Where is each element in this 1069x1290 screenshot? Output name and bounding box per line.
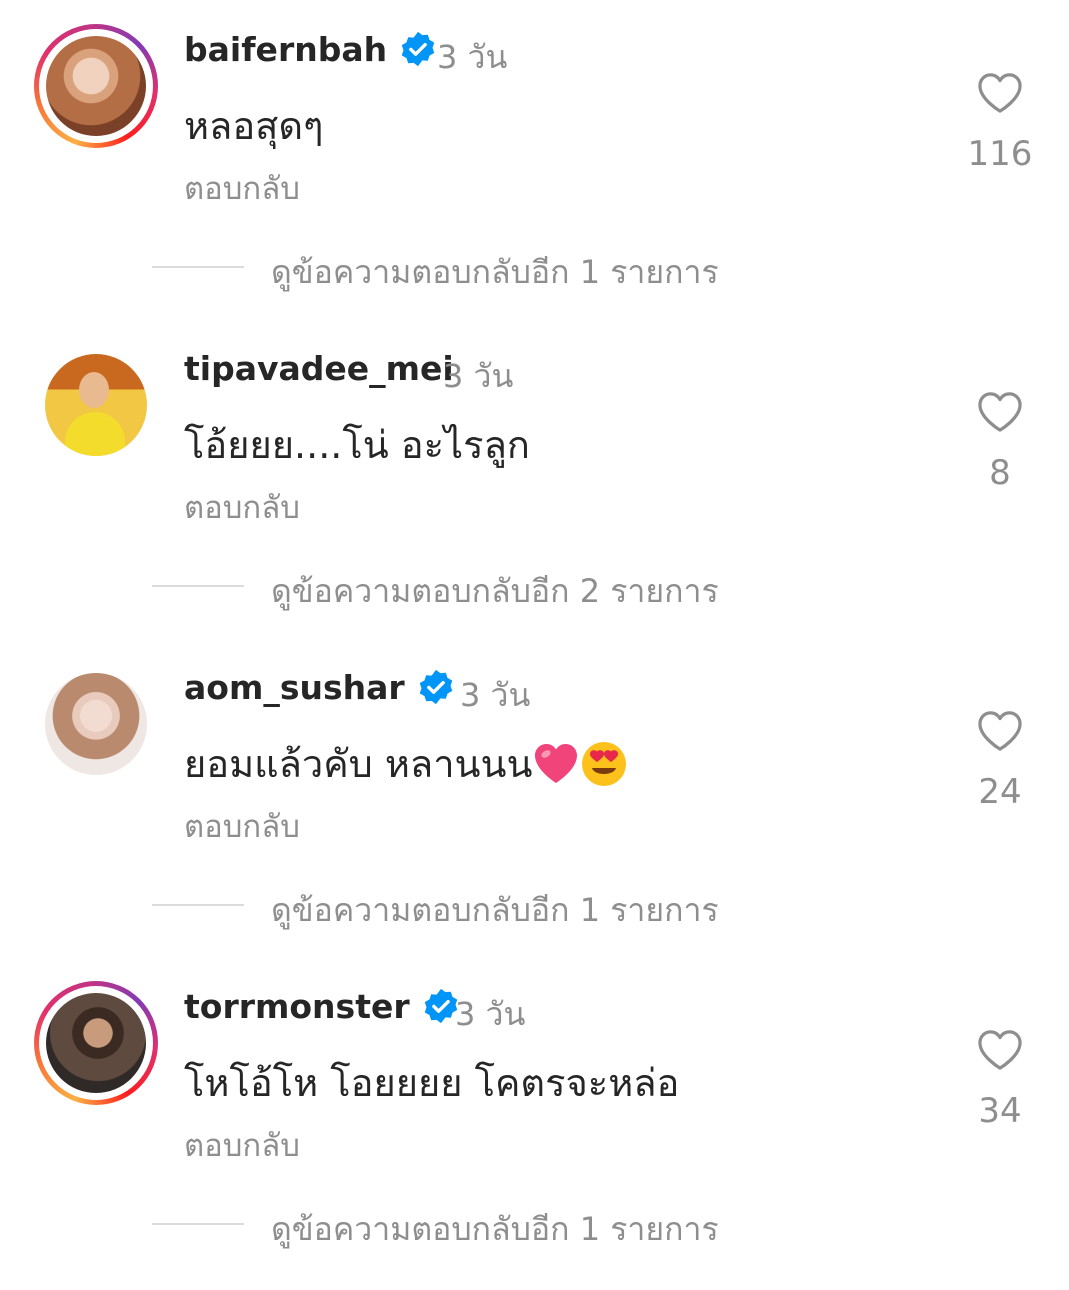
heart-icon[interactable] [977,710,1023,752]
comment-time: 3 วัน [460,676,531,714]
thread-divider [152,585,244,587]
view-replies-link[interactable]: ดูข้อความตอบกลับอีก 2 รายการ [271,566,719,617]
username-row: baifernbah [184,30,437,69]
heart-eyes-emoji-icon [582,741,627,786]
comment-item: tipavadee_mei 3 วัน โอ้ยยย....โน่ อะไรลู… [0,319,1069,637]
username[interactable]: torrmonster [184,987,410,1026]
verified-badge-icon [419,669,452,704]
reply-button[interactable]: ตอบกลับ [184,163,300,213]
reply-button[interactable]: ตอบกลับ [184,482,300,532]
comment-text: ยอมแล้วคับ หลานนน [184,742,533,786]
username-row: torrmonster [184,987,460,1026]
pink-heart-emoji-icon [535,743,578,783]
view-replies-link[interactable]: ดูข้อความตอบกลับอีก 1 รายการ [271,247,719,298]
comment-text: หลอสุดๆ [184,104,324,148]
comment-time: 3 วัน [437,38,508,76]
view-replies-link[interactable]: ดูข้อความตอบกลับอีก 1 รายการ [271,885,719,936]
username-row: aom_sushar [184,668,455,707]
thread-divider [152,266,244,268]
like-count: 34 [978,1091,1022,1131]
comment-time: 3 วัน [455,995,526,1033]
like-count: 24 [978,772,1022,812]
verified-badge-icon [401,31,435,66]
reply-button[interactable]: ตอบกลับ [184,801,300,851]
like-count: 116 [967,134,1033,174]
avatar[interactable] [45,354,147,456]
username-row: tipavadee_mei [184,349,454,388]
reply-button[interactable]: ตอบกลับ [184,1120,300,1170]
username[interactable]: baifernbah [184,30,387,69]
comment-time: 3 วัน [443,357,514,395]
heart-icon[interactable] [977,72,1023,114]
comment-text-row: ยอมแล้วคับ หลานนน [184,733,628,794]
avatar[interactable] [46,36,146,136]
view-replies-link[interactable]: ดูข้อความตอบกลับอีก 1 รายการ [271,1204,719,1255]
thread-divider [152,904,244,906]
username[interactable]: aom_sushar [184,668,405,707]
avatar[interactable] [46,993,146,1093]
verified-badge-icon [424,988,457,1023]
comment-item: torrmonster 3 วัน โหโอ้โห โอยยยย โคตรจะห… [0,957,1069,1275]
like-count: 8 [989,453,1011,493]
heart-icon[interactable] [977,391,1023,433]
comment-text: โหโอ้โห โอยยยย โคตรจะหล่อ [184,1061,680,1105]
avatar[interactable] [45,673,147,775]
username[interactable]: tipavadee_mei [184,349,454,388]
comment-text: โอ้ยยย....โน่ อะไรลูก [184,423,530,467]
comment-item: baifernbah 3 วัน หลอสุดๆ ตอบกลับ 116 ดูข… [0,0,1069,318]
comment-item: aom_sushar 3 วัน ยอมแล้วคับ หลานนน ตอบกล… [0,638,1069,956]
heart-icon[interactable] [977,1029,1023,1071]
thread-divider [152,1223,244,1225]
